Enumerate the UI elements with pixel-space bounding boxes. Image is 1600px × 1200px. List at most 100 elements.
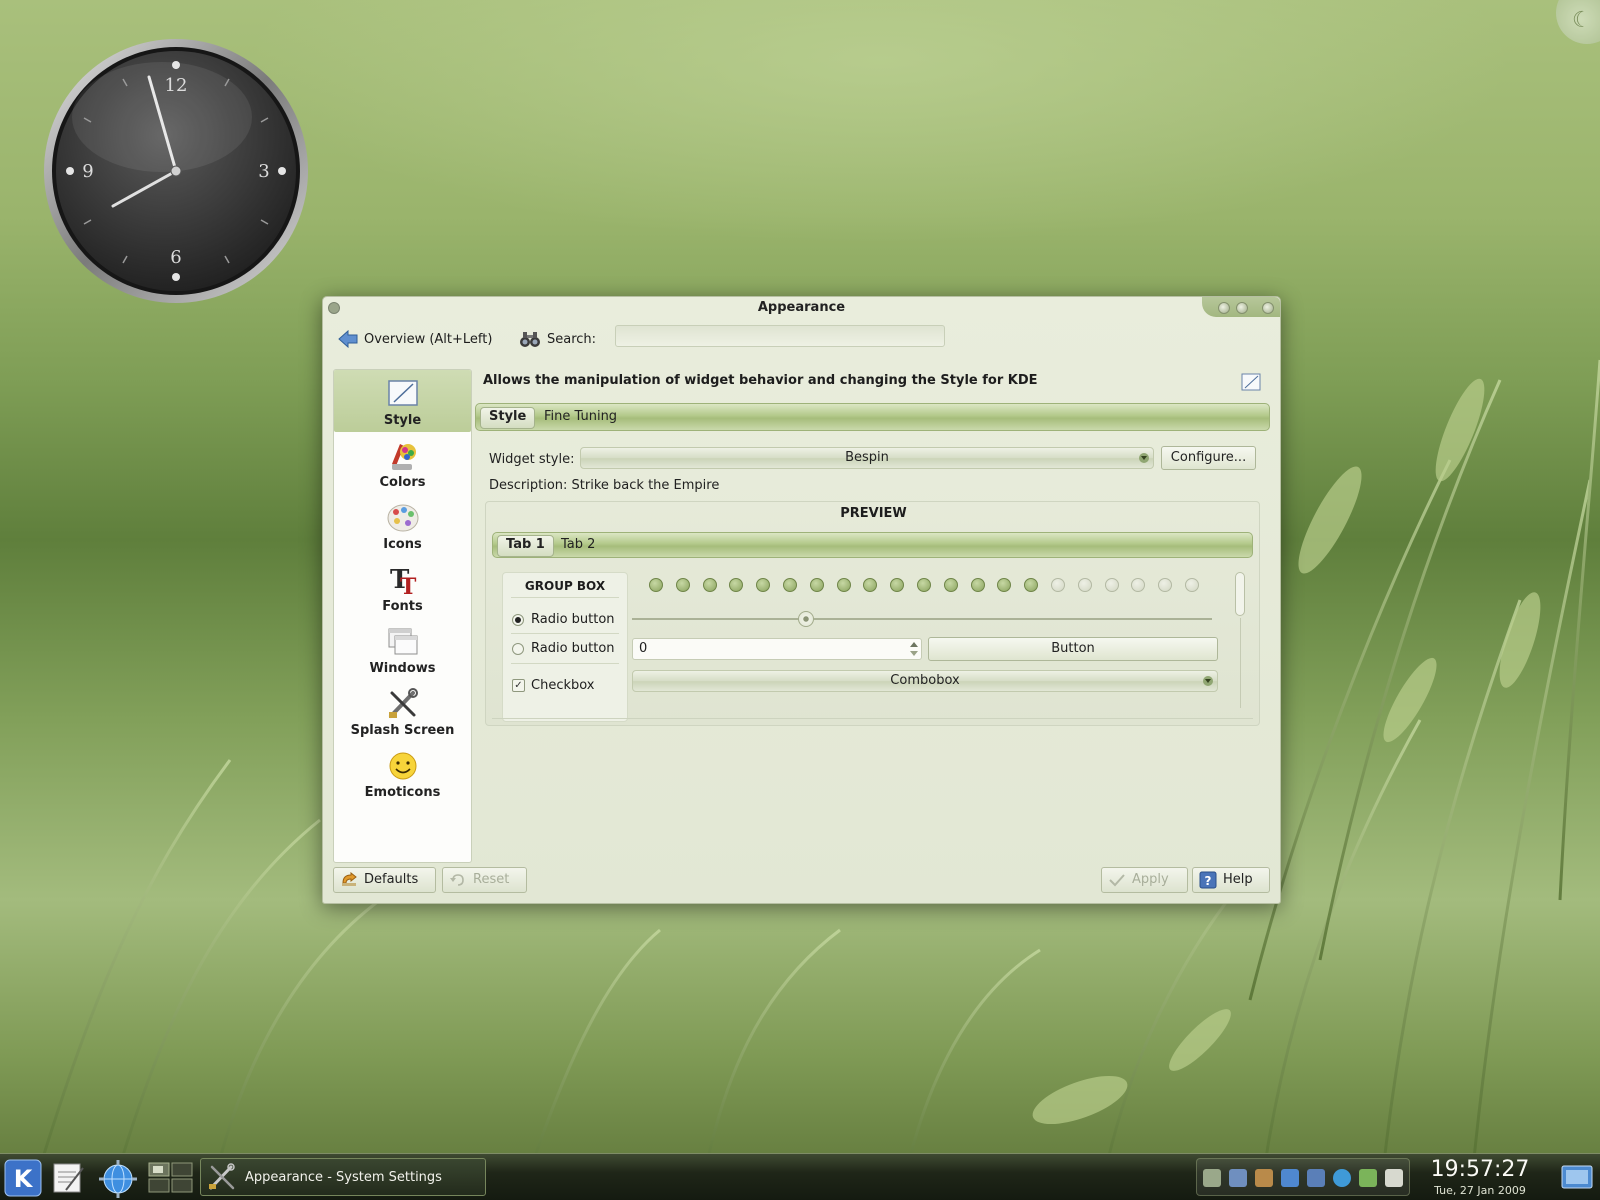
panel-description: Allows the manipulation of widget behavi…: [483, 373, 1038, 388]
clock-numeral-3: 3: [258, 161, 269, 182]
progress-led-on: [676, 578, 690, 592]
preview-button[interactable]: Button: [928, 637, 1218, 661]
sidebar-item-label: Colors: [379, 475, 426, 490]
progress-leds: [649, 578, 1209, 594]
show-desktop-icon[interactable]: [1560, 1162, 1594, 1194]
preview-title: PREVIEW: [840, 506, 907, 521]
checkbox-label: Checkbox: [531, 678, 595, 693]
text-editor-launcher-icon[interactable]: [50, 1160, 86, 1196]
sidebar-item-label: Windows: [369, 661, 436, 676]
widget-style-combobox[interactable]: Bespin: [580, 447, 1154, 469]
group-box-divider: [511, 663, 619, 664]
kde-menu-icon[interactable]: K: [4, 1159, 42, 1197]
preview-combobox-label: Combobox: [890, 673, 960, 688]
sidebar-item-style[interactable]: Style: [334, 370, 471, 432]
clock-numeral-6: 6: [170, 247, 181, 268]
window-controls: [1202, 297, 1280, 317]
network-icon[interactable]: [1281, 1169, 1299, 1187]
sidebar-item-splash-screen[interactable]: Splash Screen: [334, 680, 471, 742]
radio-button-2[interactable]: [512, 643, 524, 655]
group-box-divider: [511, 597, 619, 598]
progress-led-off: [1078, 578, 1092, 592]
sidebar-item-fonts[interactable]: T T Fonts: [334, 556, 471, 618]
web-browser-launcher-icon[interactable]: [98, 1159, 138, 1199]
sidebar-item-label: Emoticons: [364, 785, 441, 800]
apply-button[interactable]: Apply: [1101, 867, 1188, 893]
style-preview: PREVIEW Tab 1 Tab 2 GROUP BOX Radio butt…: [485, 501, 1260, 726]
progress-led-on: [729, 578, 743, 592]
panel-tabbar: Style Fine Tuning: [475, 403, 1270, 431]
progress-led-on: [944, 578, 958, 592]
sidebar-item-label: Splash Screen: [350, 723, 455, 738]
radio-button-2-label: Radio button: [531, 641, 615, 656]
defaults-button[interactable]: Defaults: [333, 867, 436, 893]
tab-2[interactable]: Tab 2: [553, 535, 603, 555]
appearance-window: Appearance Overview (Alt+Left) Search: S…: [322, 296, 1281, 904]
volume-icon[interactable]: [1203, 1169, 1221, 1187]
mail-icon[interactable]: [1385, 1169, 1403, 1187]
reset-label: Reset: [473, 872, 510, 887]
device-notifier-icon[interactable]: [1255, 1169, 1273, 1187]
configure-button[interactable]: Configure...: [1161, 446, 1256, 470]
module-help-icon[interactable]: [1240, 372, 1262, 392]
progress-led-off: [1185, 578, 1199, 592]
help-button[interactable]: ? Help: [1192, 867, 1270, 893]
minimize-button[interactable]: [1218, 302, 1230, 314]
radio-button-1[interactable]: [512, 614, 524, 626]
back-arrow-icon: [338, 330, 358, 348]
svg-text:T: T: [400, 574, 417, 596]
desktop: 12 3 6 9 ☾ Appearance Overview (Alt+Left…: [0, 0, 1600, 1200]
help-label: Help: [1223, 872, 1253, 887]
digital-clock[interactable]: 19:57:27 Tue, 27 Jan 2009: [1420, 1156, 1540, 1198]
style-panel: Allows the manipulation of widget behavi…: [475, 363, 1270, 855]
slider-track: [632, 618, 1212, 620]
reset-icon: [450, 874, 464, 886]
window-title: Appearance: [757, 300, 846, 315]
clipboard-icon[interactable]: [1229, 1169, 1247, 1187]
maximize-button[interactable]: [1236, 302, 1248, 314]
window-titlebar[interactable]: Appearance: [323, 297, 1280, 317]
close-button[interactable]: [1262, 302, 1274, 314]
help-tray-icon[interactable]: [1333, 1169, 1351, 1187]
chevron-down-icon: [1139, 453, 1149, 463]
update-icon[interactable]: [1307, 1169, 1325, 1187]
progress-led-on: [837, 578, 851, 592]
progress-led-off: [1051, 578, 1065, 592]
progress-led-on: [1024, 578, 1038, 592]
spinbox[interactable]: 0: [632, 638, 922, 660]
preview-scrollbar[interactable]: [1234, 570, 1246, 710]
slider-handle[interactable]: [798, 611, 814, 627]
preview-combobox[interactable]: Combobox: [632, 670, 1218, 692]
svg-text:K: K: [14, 1165, 34, 1193]
overview-button[interactable]: Overview (Alt+Left): [338, 329, 492, 349]
analog-clock-widget[interactable]: 12 3 6 9: [42, 37, 310, 305]
style-icon: [387, 380, 418, 406]
clock-numeral-12: 12: [165, 75, 188, 96]
tab-1[interactable]: Tab 1: [497, 535, 554, 557]
tab-fine-tuning[interactable]: Fine Tuning: [536, 407, 625, 427]
icons-icon: [387, 504, 418, 532]
checkbox[interactable]: ✓: [512, 679, 525, 692]
clock-numeral-9: 9: [82, 161, 93, 182]
clock-time: 19:57:27: [1430, 1157, 1530, 1182]
splash-screen-icon: [388, 688, 418, 718]
pager-icon[interactable]: [148, 1162, 194, 1194]
search-input[interactable]: [615, 325, 945, 347]
sidebar-item-emoticons[interactable]: Emoticons: [334, 742, 471, 804]
progress-led-on: [890, 578, 904, 592]
download-icon[interactable]: [1359, 1169, 1377, 1187]
progress-led-on: [863, 578, 877, 592]
style-description: Description: Strike back the Empire: [489, 478, 720, 493]
reset-button[interactable]: Reset: [442, 867, 527, 893]
search-label-group: Search:: [519, 329, 596, 349]
spin-up-icon[interactable]: [910, 642, 918, 647]
progress-led-on: [649, 578, 663, 592]
radio-button-1-label: Radio button: [531, 612, 615, 627]
tab-style[interactable]: Style: [480, 407, 536, 429]
sidebar-item-icons[interactable]: Icons: [334, 494, 471, 556]
taskbar-task-appearance[interactable]: Appearance - System Settings: [200, 1158, 486, 1196]
sidebar-item-colors[interactable]: Colors: [334, 432, 471, 494]
spin-down-icon[interactable]: [910, 651, 918, 656]
scrollbar-thumb[interactable]: [1235, 572, 1245, 616]
sidebar-item-windows[interactable]: Windows: [334, 618, 471, 680]
